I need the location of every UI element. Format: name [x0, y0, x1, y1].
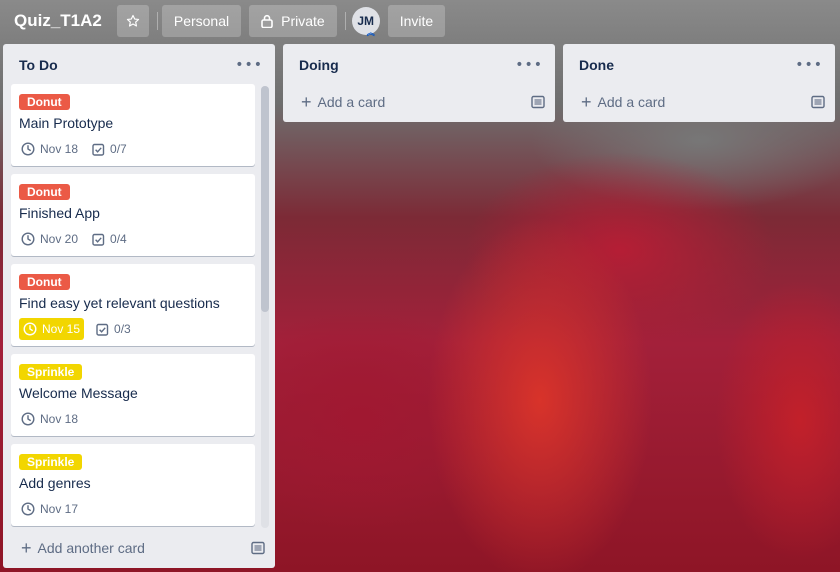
list-header: Done ••• [563, 44, 835, 86]
card-container: Donut Main Prototype Nov 18 0/7 Donut Fi… [11, 84, 259, 530]
header-divider [156, 12, 158, 30]
privacy-button[interactable]: Private [249, 5, 337, 37]
card-label: Donut [19, 184, 70, 200]
due-date-badge[interactable]: Nov 20 [19, 228, 80, 250]
due-date-text: Nov 20 [40, 232, 79, 246]
scrollbar-thumb[interactable] [261, 86, 269, 312]
plus-icon: + [21, 537, 32, 558]
checklist-badge: 0/3 [94, 318, 133, 340]
card-badges: Nov 20 0/4 [19, 228, 247, 250]
checklist-text: 0/4 [110, 232, 127, 246]
due-date-text: Nov 18 [40, 412, 79, 426]
card-badges: Nov 15 0/3 [19, 318, 247, 340]
list-header: To Do ••• [3, 44, 275, 86]
card[interactable]: Sprinkle Welcome Message Nov 18 [11, 354, 255, 436]
card[interactable]: Donut Find easy yet relevant questions N… [11, 264, 255, 346]
card[interactable]: Sprinkle Add genres Nov 17 [11, 444, 255, 526]
admin-chevron-icon: ︽ [366, 28, 375, 37]
member-avatar[interactable]: JM ︽ [351, 7, 380, 37]
list-title[interactable]: Doing [299, 57, 339, 73]
privacy-label: Private [281, 13, 325, 29]
card-label: Sprinkle [19, 364, 83, 380]
add-card-button[interactable]: + Add a card [581, 92, 665, 113]
list-scrollbar[interactable] [261, 86, 269, 528]
list-done: Done ••• + Add a card [563, 44, 835, 122]
card-badges: Nov 18 [19, 408, 247, 430]
card[interactable]: Donut Main Prototype Nov 18 0/7 [11, 84, 255, 166]
card[interactable]: Donut Finished App Nov 20 0/4 [11, 174, 255, 256]
add-card-row: + Add another card [3, 532, 275, 564]
list-todo: To Do ••• Donut Main Prototype Nov 18 0/… [3, 44, 275, 568]
card-template-icon[interactable] [531, 95, 545, 109]
header-divider [344, 12, 346, 30]
checklist-text: 0/3 [114, 322, 131, 336]
card-label: Sprinkle [19, 454, 83, 470]
checklist-badge: 0/4 [90, 228, 129, 250]
avatar-initials: JM [357, 14, 375, 28]
due-date-badge[interactable]: Nov 17 [19, 498, 80, 520]
due-date-text: Nov 15 [42, 322, 81, 336]
add-card-row: + Add a card [563, 86, 835, 118]
invite-label: Invite [399, 13, 434, 29]
clock-icon [23, 322, 37, 336]
plus-icon: + [581, 91, 592, 112]
board-header: Quiz_T1A2 Personal Private JM ︽ Invite [0, 0, 840, 42]
card-label: Donut [19, 274, 70, 290]
add-card-label: Add a card [317, 94, 386, 110]
card-badges: Nov 18 0/7 [19, 138, 247, 160]
checklist-icon [96, 323, 109, 336]
due-date-text: Nov 17 [40, 502, 79, 516]
team-visibility-label: Personal [173, 13, 230, 29]
add-card-row: + Add a card [283, 86, 555, 118]
list-doing: Doing ••• + Add a card [283, 44, 555, 122]
clock-icon [21, 502, 35, 516]
list-title[interactable]: Done [579, 57, 614, 73]
list-header: Doing ••• [283, 44, 555, 86]
card-label: Donut [19, 94, 70, 110]
checklist-icon [92, 143, 105, 156]
invite-button[interactable]: Invite [387, 5, 446, 37]
card-title: Add genres [19, 475, 91, 491]
star-button[interactable] [116, 5, 149, 37]
add-card-button[interactable]: + Add a card [301, 92, 385, 113]
due-date-text: Nov 18 [40, 142, 79, 156]
card-badges: Nov 17 [19, 498, 247, 520]
plus-icon: + [301, 91, 312, 112]
checklist-icon [92, 233, 105, 246]
lock-icon [261, 14, 273, 28]
checklist-badge: 0/7 [90, 138, 129, 160]
clock-icon [21, 412, 35, 426]
due-date-badge-due-soon[interactable]: Nov 15 [19, 318, 85, 340]
checklist-text: 0/7 [110, 142, 127, 156]
card-template-icon[interactable] [811, 95, 825, 109]
clock-icon [21, 232, 35, 246]
card-title: Main Prototype [19, 115, 114, 131]
board-title[interactable]: Quiz_T1A2 [14, 11, 102, 31]
card-template-icon[interactable] [251, 541, 265, 555]
add-card-button[interactable]: + Add another card [21, 538, 145, 559]
card-title: Welcome Message [19, 385, 138, 401]
due-date-badge[interactable]: Nov 18 [19, 138, 80, 160]
add-card-label: Add a card [597, 94, 666, 110]
card-title: Find easy yet relevant questions [19, 295, 220, 311]
clock-icon [21, 142, 35, 156]
card-title: Finished App [19, 205, 100, 221]
team-visibility-button[interactable]: Personal [161, 5, 242, 37]
add-card-label: Add another card [37, 540, 145, 556]
ellipsis-icon[interactable]: ••• [795, 57, 823, 73]
list-title[interactable]: To Do [19, 57, 58, 73]
ellipsis-icon[interactable]: ••• [235, 57, 263, 73]
star-icon [126, 14, 139, 27]
due-date-badge[interactable]: Nov 18 [19, 408, 80, 430]
ellipsis-icon[interactable]: ••• [515, 57, 543, 73]
